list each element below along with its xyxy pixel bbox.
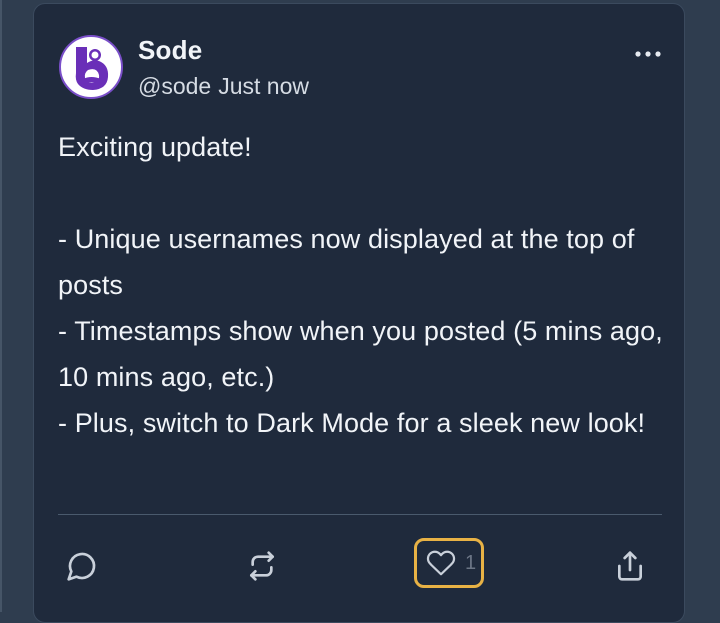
like-count: 1: [465, 551, 477, 574]
more-dots-icon: [635, 51, 661, 57]
actions-divider: [58, 514, 662, 515]
avatar[interactable]: [59, 35, 123, 99]
post-header: Sode @sode Just now: [58, 32, 661, 102]
share-button[interactable]: [606, 542, 654, 590]
author-meta: @sode Just now: [138, 73, 309, 100]
repost-icon: [250, 551, 274, 581]
author-handle[interactable]: @sode: [138, 73, 211, 99]
comment-button[interactable]: [58, 542, 106, 590]
more-options-button[interactable]: [628, 42, 668, 66]
post-body-text: Exciting update! - Unique usernames now …: [58, 132, 663, 438]
comment-icon: [67, 552, 96, 581]
post-timestamp: Just now: [218, 73, 309, 99]
sode-logo-icon: [75, 47, 109, 90]
post-actions-bar: 1: [34, 534, 684, 598]
share-icon: [618, 551, 642, 581]
repost-button[interactable]: [238, 542, 286, 590]
post-card: Sode @sode Just now Exciting update! - Un…: [33, 3, 685, 623]
heart-icon: [426, 550, 456, 576]
page-edge: [0, 0, 2, 612]
author-display-name[interactable]: Sode: [138, 35, 202, 66]
like-button[interactable]: 1: [414, 538, 484, 588]
